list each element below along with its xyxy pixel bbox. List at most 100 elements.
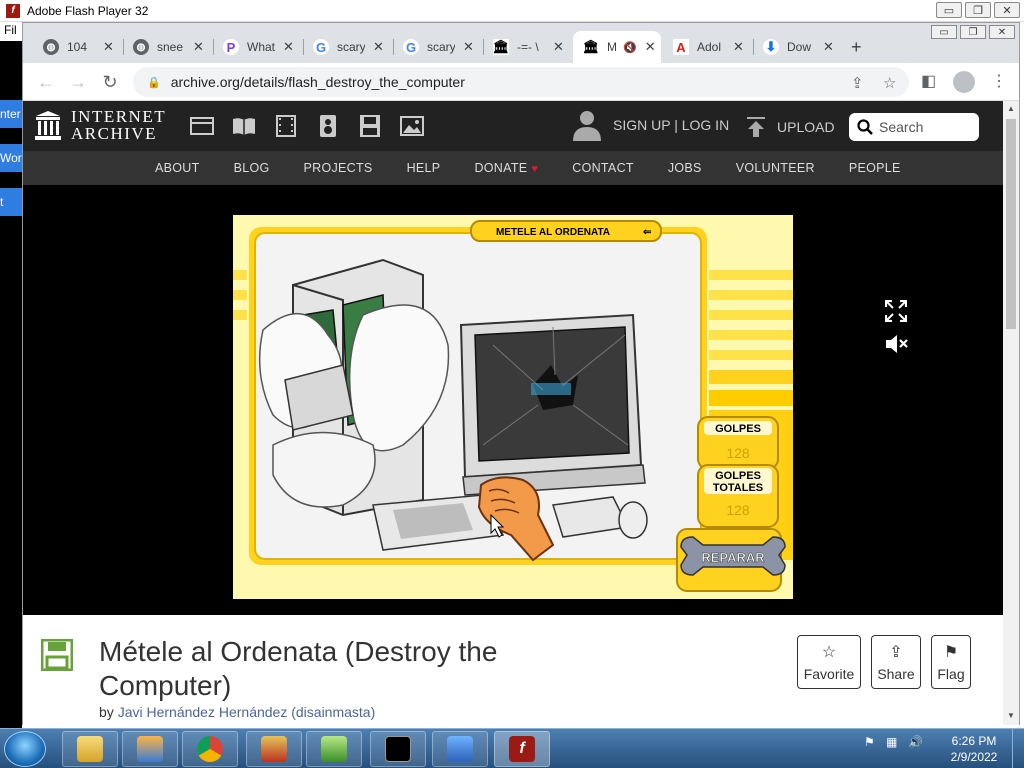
video-icon[interactable] [273,114,299,138]
share-icon: ⇪ [889,644,903,661]
taskbar-notepad-plus[interactable] [306,731,362,767]
forward-button[interactable]: → [67,71,89,93]
nav-volunteer[interactable]: VOLUNTEER [736,161,815,175]
search-icon[interactable] [857,119,873,135]
nav-help[interactable]: HELP [407,161,441,175]
signup-login-link[interactable]: SIGN UP | LOG IN [573,109,729,141]
share-page-icon[interactable]: ⇪ [851,74,864,92]
chrome-maximize-button[interactable]: ❐ [960,25,986,39]
fullscreen-icon[interactable] [885,300,907,322]
minimize-button[interactable]: ▭ [936,2,962,18]
new-tab-button[interactable]: + [851,37,862,58]
emulator-player: METELE AL ORDENATA ⇐ GOLPES 128 GOLPES T… [23,185,1003,615]
software-icon[interactable] [357,114,383,138]
ia-logo-icon[interactable] [35,109,61,141]
taskbar-media-player[interactable] [122,731,178,767]
tab-8[interactable]: A Adol ✕ [663,31,751,63]
chrome-minimize-button[interactable]: ▭ [931,25,957,39]
floppy-disk-icon [41,639,73,671]
tab-7-active[interactable]: 🏛 M 🔇 ✕ [573,31,661,63]
close-icon[interactable]: ✕ [823,39,834,55]
close-icon[interactable]: ✕ [645,39,656,55]
tab-label: Dow [787,40,812,54]
taskbar-network[interactable] [432,731,488,767]
bookmark-star-icon[interactable]: ☆ [883,74,896,92]
tab-1[interactable]: ◍ 104 ✕ [33,31,121,63]
back-button[interactable]: ← [35,71,57,93]
close-icon[interactable]: ✕ [373,39,384,55]
texts-icon[interactable] [231,114,257,138]
taskbar-cmd[interactable] [370,731,426,767]
audio-icon[interactable] [315,114,341,138]
author-link[interactable]: Javi Hernández Hernández (disainmasta) [118,704,376,720]
profile-avatar[interactable] [953,71,975,93]
flash-game-canvas[interactable]: METELE AL ORDENATA ⇐ GOLPES 128 GOLPES T… [233,215,793,599]
taskbar-app-red[interactable] [246,731,302,767]
reload-button[interactable]: ↻ [99,71,121,93]
close-button[interactable]: ✕ [994,2,1020,18]
background-tab-1[interactable]: nter [0,100,22,128]
upload-link[interactable]: UPLOAD [745,116,835,138]
network-icon[interactable]: ▦ [886,735,902,751]
reparar-button-label[interactable]: REPARAR [701,550,765,566]
search-box[interactable] [849,113,979,141]
start-button[interactable] [4,731,46,767]
nav-about[interactable]: ABOUT [155,161,200,175]
action-center-icon[interactable]: ⚑ [864,735,880,751]
nav-people[interactable]: PEOPLE [849,161,901,175]
winrar-icon [261,736,287,762]
tab-2[interactable]: ◍ snee ✕ [123,31,211,63]
tab-label: What [247,40,275,54]
ia-logo-text[interactable]: INTERNET ARCHIVE [71,108,166,142]
item-metadata: Métele al Ordenata (Destroy the Computer… [23,615,1003,725]
taskbar-flash-player[interactable]: f [494,731,550,767]
taskbar-explorer[interactable] [62,731,118,767]
tab-3[interactable]: P What ✕ [213,31,301,63]
favorite-button[interactable]: ☆ Favorite [797,635,861,689]
share-button[interactable]: ⇪ Share [871,635,921,689]
menu-kebab-icon[interactable]: ⋮ [991,71,1007,91]
star-icon: ☆ [821,644,837,661]
tab-4[interactable]: G scary ✕ [303,31,391,63]
close-icon[interactable]: ✕ [103,39,114,55]
background-tab-3[interactable]: t [0,188,22,216]
close-icon[interactable]: ✕ [733,39,744,55]
search-input[interactable] [879,119,975,135]
nav-jobs[interactable]: JOBS [668,161,702,175]
nav-contact[interactable]: CONTACT [572,161,634,175]
nav-donate[interactable]: DONATE ♥ [474,161,538,175]
images-icon[interactable] [399,114,425,138]
chrome-close-button[interactable]: ✕ [989,25,1015,39]
lock-icon[interactable]: 🔒 [147,76,161,89]
web-icon[interactable] [189,114,215,138]
address-bar[interactable]: 🔒 archive.org/details/flash_destroy_the_… [133,67,909,97]
page-scrollbar[interactable]: ▲ ▼ [1003,101,1019,725]
tab-6[interactable]: 🏛 -=- \ ✕ [483,31,571,63]
close-icon[interactable]: ✕ [283,39,294,55]
volume-icon[interactable]: 🔊 [908,735,924,751]
tab-9[interactable]: ⬇ Dow ✕ [753,31,841,63]
nav-blog[interactable]: BLOG [234,161,270,175]
show-desktop-button[interactable] [1012,729,1024,768]
side-panel-icon[interactable]: ◧ [921,71,936,91]
item-title: Métele al Ordenata (Destroy the Computer… [99,636,498,701]
close-icon[interactable]: ✕ [463,39,474,55]
taskbar-chrome[interactable] [182,731,238,767]
tab-5[interactable]: G scary ✕ [393,31,481,63]
ia-header: INTERNET ARCHIVE SIGN UP | LOG IN UPLOAD [23,101,1003,151]
speaker-muted-icon[interactable]: 🔇 [623,41,637,54]
scroll-down-arrow[interactable]: ▼ [1006,711,1016,721]
background-tab-2[interactable]: Wor [0,144,22,172]
nav-projects[interactable]: PROJECTS [304,161,373,175]
scroll-up-arrow[interactable]: ▲ [1006,104,1016,114]
system-clock[interactable]: 6:26 PM 2/9/2022 [944,733,1004,765]
mute-icon[interactable] [885,333,909,355]
file-menu[interactable]: Fil [0,23,24,41]
folder-icon [77,736,103,762]
scroll-thumb[interactable] [1006,119,1016,329]
close-icon[interactable]: ✕ [553,39,564,55]
taskbar: f ⚑ ▦ 🔊 6:26 PM 2/9/2022 [0,728,1024,768]
flag-button[interactable]: ⚑ Flag [931,635,971,689]
close-icon[interactable]: ✕ [193,39,204,55]
maximize-button[interactable]: ❐ [965,2,991,18]
